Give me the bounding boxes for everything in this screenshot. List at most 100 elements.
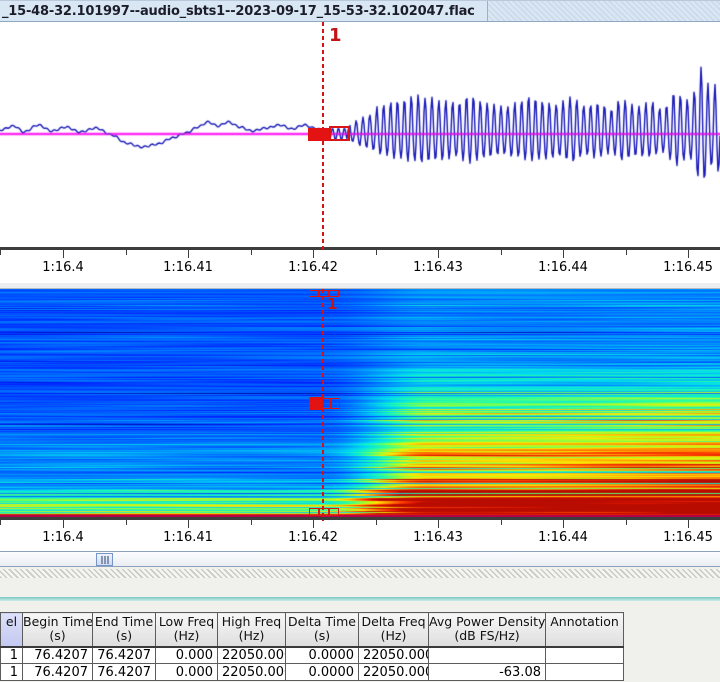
time-axis-major-tick [563, 250, 564, 258]
time-axis-minor-tick [626, 520, 627, 525]
measurement-cell[interactable]: 22050.000 [218, 647, 286, 664]
column-unit: (s) [93, 629, 155, 643]
time-axis-major-tick [63, 520, 64, 528]
time-axis-minor-tick [0, 520, 1, 525]
selection-box-waveform[interactable] [329, 126, 350, 141]
column-title: Annotation [546, 615, 623, 629]
time-axis-major-tick [438, 520, 439, 528]
spectrogram-canvas [0, 289, 720, 517]
time-axis-major-tick [438, 250, 439, 258]
selection-measurement-table: elBegin Time(s)End Time(s)Low Freq(Hz)Hi… [0, 612, 624, 681]
time-tick-label: 1:16.43 [408, 530, 468, 545]
measurement-cell[interactable]: 76.4207 [93, 664, 156, 681]
column-unit: (Hz) [359, 629, 428, 643]
time-tick-label: 1:16.42 [283, 260, 343, 275]
spacer [0, 601, 720, 612]
time-axis-minor-tick [126, 250, 127, 255]
measurement-cell[interactable] [429, 647, 546, 664]
col-el[interactable]: el [1, 613, 23, 647]
selection-handle-bottom-spectrogram[interactable] [309, 508, 339, 516]
waveform-canvas [0, 22, 720, 247]
column-unit: (dB FS/Hz) [429, 629, 545, 643]
col-high-freq[interactable]: High Freq(Hz) [218, 613, 286, 647]
time-axis-minor-tick [376, 250, 377, 255]
waveform-time-axis: 1:16.4 1:16.41 1:16.42 1:16.43 1:16.44 1:16.4… [0, 247, 720, 283]
selection-row[interactable]: 176.420776.42070.00022050.0000.000022050… [1, 664, 624, 681]
time-tick-label: 1:16.44 [533, 260, 593, 275]
time-axis-major-tick [313, 250, 314, 258]
measurement-cell[interactable]: 0.0000 [286, 664, 359, 681]
measurement-cell[interactable]: 0.0000 [286, 647, 359, 664]
time-tick-label: 1:16.45 [658, 530, 718, 545]
measurement-cell[interactable] [546, 664, 624, 681]
time-axis-minor-tick [251, 520, 252, 525]
column-title: Low Freq [156, 615, 217, 629]
time-tick-label: 1:16.41 [158, 260, 218, 275]
selection-handle-solid-waveform[interactable] [308, 128, 329, 141]
column-title: Begin Time [23, 615, 92, 629]
time-axis-minor-tick [251, 250, 252, 255]
column-unit: (Hz) [156, 629, 217, 643]
measurement-cell[interactable]: 22050.000 [218, 664, 286, 681]
spectrogram-view[interactable]: 1 [0, 289, 720, 517]
time-tick-label: 1:16.41 [158, 530, 218, 545]
measurement-cell[interactable]: -63.08 [429, 664, 546, 681]
spectrogram-time-axis: 1:16.4 1:16.41 1:16.42 1:16.43 1:16.44 1:16.4… [0, 517, 720, 551]
time-tick-label: 1:16.42 [283, 530, 343, 545]
time-axis-major-tick [63, 250, 64, 258]
col-delta-freq[interactable]: Delta Freq(Hz) [359, 613, 429, 647]
time-tick-label: 1:16.43 [408, 260, 468, 275]
tab-strip-filler [488, 1, 720, 21]
time-axis-major-tick [188, 520, 189, 528]
column-unit: (s) [286, 629, 358, 643]
measurement-cell[interactable]: 1 [1, 647, 23, 664]
lower-chrome [0, 551, 720, 612]
tab-strip: _15-48-32.101997--audio_sbts1--2023-09-1… [0, 0, 720, 22]
time-tick-label: 1:16.44 [533, 530, 593, 545]
measurement-cell[interactable] [546, 647, 624, 664]
time-tick-label: 1:16.45 [658, 260, 718, 275]
table-header-row: elBegin Time(s)End Time(s)Low Freq(Hz)Hi… [1, 613, 624, 647]
time-tick-label: 1:16.4 [33, 260, 93, 275]
selection-table-area: elBegin Time(s)End Time(s)Low Freq(Hz)Hi… [0, 612, 720, 682]
time-axis-major-tick [313, 520, 314, 528]
time-axis-major-tick [688, 250, 689, 258]
pane-splitter[interactable] [0, 569, 720, 578]
waveform-view[interactable]: 1 [0, 22, 720, 247]
measurement-cell[interactable]: 0.000 [156, 664, 218, 681]
selection-handle-mid-spectrogram[interactable] [322, 398, 340, 409]
time-axis-major-tick [688, 520, 689, 528]
measurement-cell[interactable]: 1 [1, 664, 23, 681]
col-begin-time[interactable]: Begin Time(s) [23, 613, 93, 647]
time-axis-minor-tick [501, 250, 502, 255]
selection-handle-solid-spectrogram[interactable] [309, 397, 322, 410]
column-title: Delta Freq [359, 615, 428, 629]
measurement-cell[interactable]: 76.4207 [23, 647, 93, 664]
col-avg-power-density[interactable]: Avg Power Density(dB FS/Hz) [429, 613, 546, 647]
measurement-cell[interactable]: 22050.000 [359, 647, 429, 664]
time-axis-minor-tick [0, 250, 1, 255]
selection-row[interactable]: 176.420776.42070.00022050.0000.000022050… [1, 647, 624, 664]
column-title: Delta Time [286, 615, 358, 629]
col-delta-time[interactable]: Delta Time(s) [286, 613, 359, 647]
time-axis-major-tick [563, 520, 564, 528]
col-end-time[interactable]: End Time(s) [93, 613, 156, 647]
column-title: High Freq [218, 615, 285, 629]
time-axis-minor-tick [376, 520, 377, 525]
position-scrollbar[interactable] [0, 551, 720, 567]
time-tick-label: 1:16.4 [33, 530, 93, 545]
column-title: End Time [93, 615, 155, 629]
col-annotation[interactable]: Annotation [546, 613, 624, 647]
column-unit: (s) [23, 629, 92, 643]
time-axis-minor-tick [626, 250, 627, 255]
measurement-cell[interactable]: 76.4207 [23, 664, 93, 681]
measurement-cell[interactable]: 22050.000 [359, 664, 429, 681]
tab-title: _15-48-32.101997--audio_sbts1--2023-09-1… [2, 4, 475, 19]
scrollbar-grip-icon[interactable] [96, 553, 113, 566]
selection-number-waveform: 1 [329, 25, 342, 46]
sound-window-tab[interactable]: _15-48-32.101997--audio_sbts1--2023-09-1… [0, 1, 488, 21]
measurement-cell[interactable]: 0.000 [156, 647, 218, 664]
col-low-freq[interactable]: Low Freq(Hz) [156, 613, 218, 647]
measurement-cell[interactable]: 76.4207 [93, 647, 156, 664]
spacer [0, 578, 720, 597]
